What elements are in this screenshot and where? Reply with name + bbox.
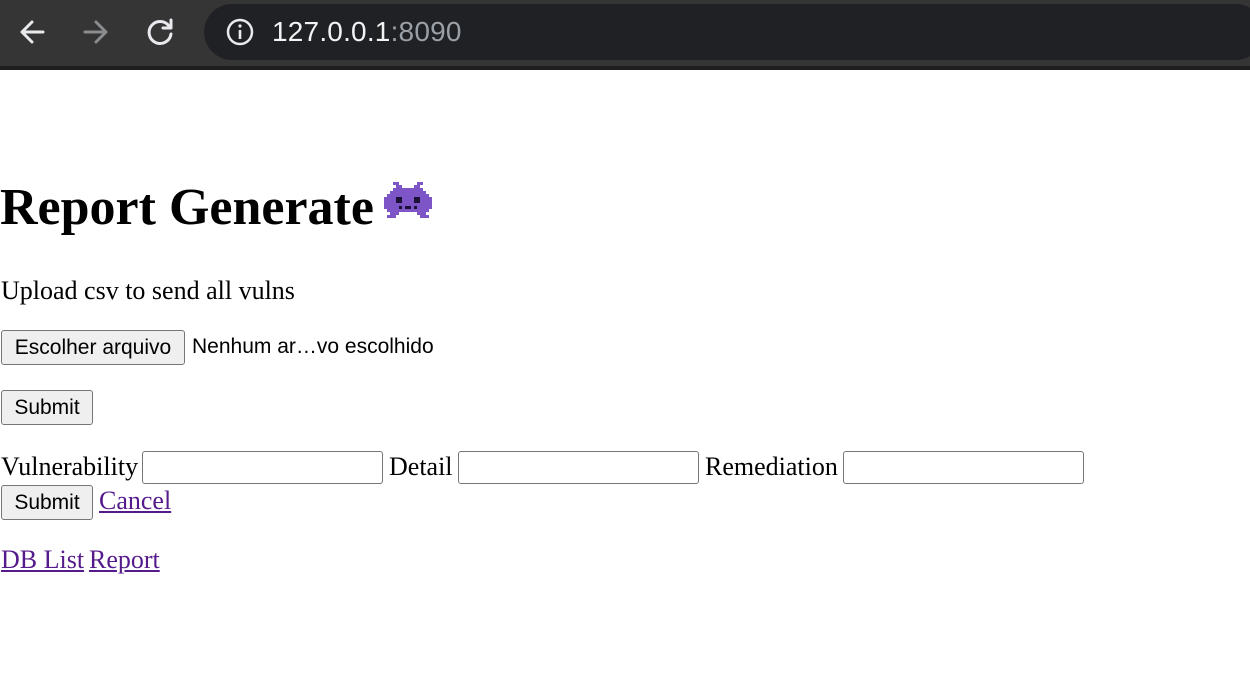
reload-icon — [147, 18, 173, 45]
upload-description: Upload csv to send all vulns — [1, 276, 295, 305]
vulnerability-label: Vulnerability — [1, 452, 139, 481]
choose-file-button[interactable]: Escolher arquivo — [1, 330, 185, 365]
remediation-input[interactable] — [843, 451, 1084, 484]
detail-label: Detail — [389, 452, 453, 481]
upload-submit-button[interactable]: Submit — [1, 390, 93, 425]
alien-monster-icon — [383, 176, 432, 240]
info-icon[interactable] — [225, 17, 255, 47]
forward-button[interactable] — [77, 13, 115, 51]
detail-input[interactable] — [458, 451, 699, 484]
cancel-link[interactable]: Cancel — [99, 485, 171, 517]
db-list-link[interactable]: DB List — [1, 544, 84, 576]
reload-button[interactable] — [141, 13, 179, 51]
url-text: 127.0.0.1:8090 — [272, 16, 462, 48]
address-bar[interactable]: 127.0.0.1:8090 — [204, 4, 1250, 60]
arrow-left-icon — [20, 20, 45, 44]
url-port: :8090 — [390, 16, 462, 47]
back-button[interactable] — [13, 13, 51, 51]
manual-submit-button[interactable]: Submit — [1, 485, 93, 520]
page-title-text: Report Generate — [0, 179, 374, 236]
url-host: 127.0.0.1 — [272, 16, 391, 47]
page-title: Report Generate — [0, 176, 432, 244]
vulnerability-input[interactable] — [142, 451, 383, 484]
remediation-label: Remediation — [705, 452, 838, 481]
report-link[interactable]: Report — [89, 544, 160, 576]
arrow-right-icon — [83, 20, 108, 44]
file-status-text: Nenhum ar…vo escolhido — [192, 335, 434, 358]
browser-toolbar: 127.0.0.1:8090 — [0, 0, 1250, 70]
